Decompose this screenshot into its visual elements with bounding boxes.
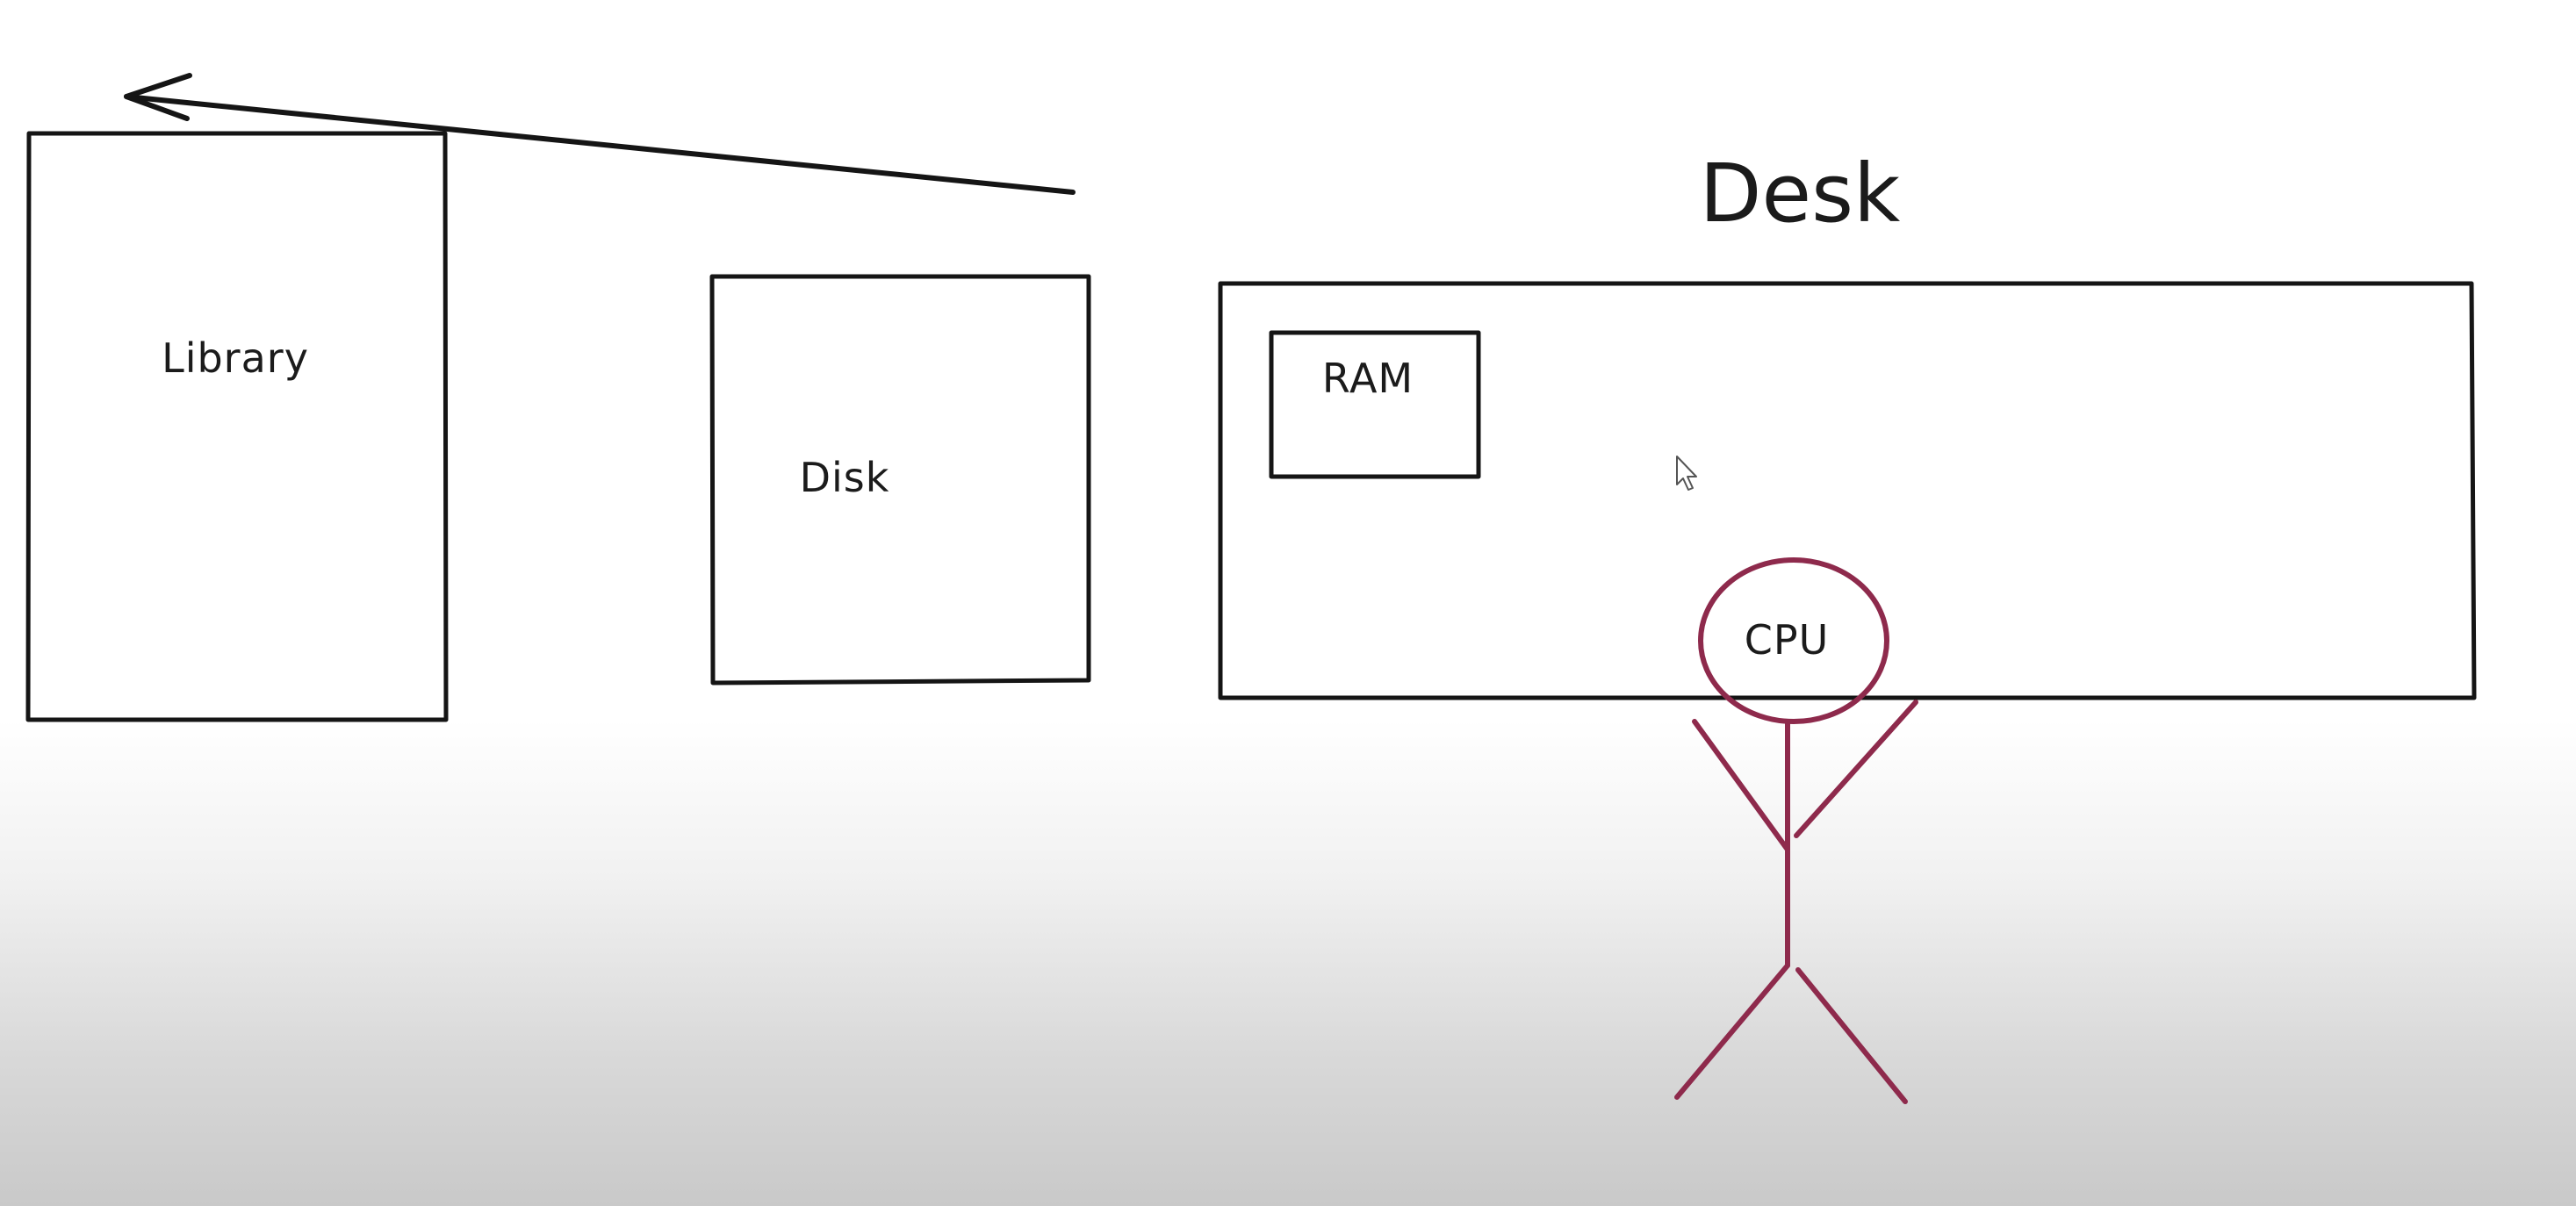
desk-box bbox=[1218, 281, 2477, 700]
disk-label: Disk bbox=[800, 454, 890, 501]
cpu-stick-figure: CPU bbox=[1674, 557, 1918, 1104]
cpu-left-leg bbox=[1674, 963, 1790, 1100]
cpu-right-leg bbox=[1795, 967, 1908, 1104]
ram-box: RAM bbox=[1269, 330, 1481, 479]
whiteboard-canvas: Library Disk Desk RAM CPU bbox=[25, 73, 2477, 1104]
library-box: Library bbox=[25, 131, 449, 722]
cpu-label: CPU bbox=[1745, 616, 1830, 664]
disk-box: Disk bbox=[709, 274, 1091, 686]
desk-title: Desk bbox=[1700, 147, 1901, 240]
ram-label: RAM bbox=[1322, 355, 1414, 402]
library-label: Library bbox=[162, 334, 309, 382]
cpu-left-arm bbox=[1692, 719, 1790, 852]
mouse-pointer-icon bbox=[1676, 456, 1697, 491]
